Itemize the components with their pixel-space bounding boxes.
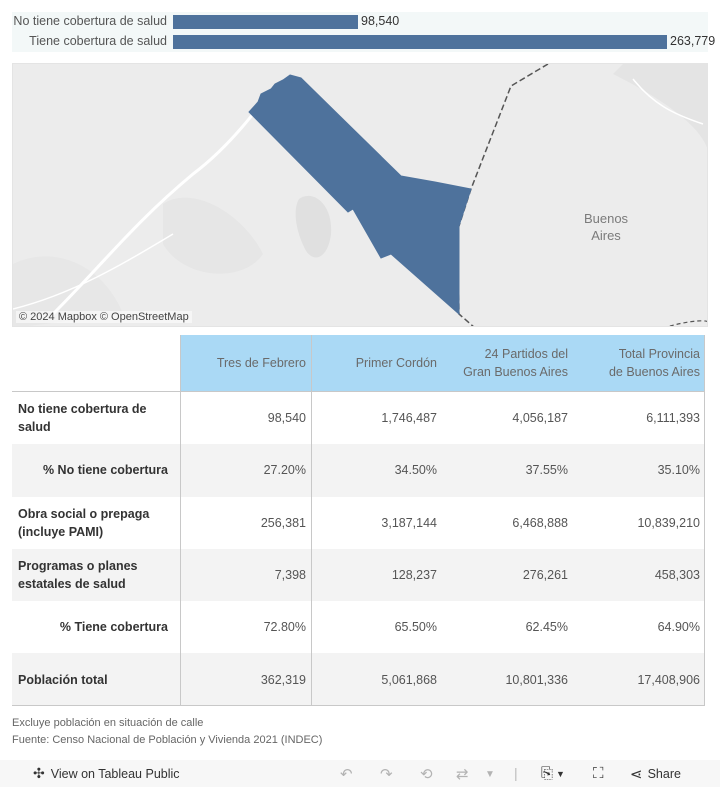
column-divider xyxy=(704,335,705,706)
share-icon: ⋖ xyxy=(630,766,643,783)
row-label: No tiene cobertura de salud xyxy=(18,402,147,435)
share-button[interactable]: ⋖ Share xyxy=(630,765,681,783)
footnote-source: Fuente: Censo Nacional de Población y Vi… xyxy=(12,734,323,746)
map-place-label: Buenos Aires xyxy=(583,211,629,243)
revert-icon[interactable]: ⟲ xyxy=(420,765,433,783)
row-label: % Tiene cobertura xyxy=(59,620,168,635)
bar-row-no-coverage[interactable]: No tiene cobertura de salud 98,540 xyxy=(12,12,708,32)
bar-row-coverage[interactable]: Tiene cobertura de salud 263,779 xyxy=(12,32,715,52)
table-cell[interactable]: 128,237 xyxy=(311,549,442,601)
boundary-line xyxy=(667,320,707,326)
column-divider xyxy=(180,335,181,706)
share-label: Share xyxy=(647,767,681,781)
table-header: Tres de Febrero Primer Cordón 24 Partido… xyxy=(12,335,705,392)
dropdown-icon[interactable]: ▼ xyxy=(485,769,495,780)
table-cell[interactable]: 37.55% xyxy=(442,444,573,496)
table-bottom-border xyxy=(12,705,705,706)
terrain-patch xyxy=(163,197,263,274)
table-cell[interactable]: 362,319 xyxy=(180,653,311,705)
table-cell[interactable]: 7,398 xyxy=(180,549,311,601)
table-cell[interactable]: 98,540 xyxy=(180,392,311,444)
table-row: No tiene cobertura de salud 98,540 1,746… xyxy=(12,392,705,444)
row-label: % No tiene cobertura xyxy=(42,463,168,478)
region-tres-de-febrero[interactable] xyxy=(248,74,472,316)
table-row: % No tiene cobertura 27.20% 34.50% 37.55… xyxy=(12,444,705,497)
table-cell[interactable]: 3,187,144 xyxy=(311,497,442,549)
table-cell[interactable]: 35.10% xyxy=(573,444,705,496)
bar-value-label: 98,540 xyxy=(361,14,400,28)
refresh-icon[interactable]: ⇄ xyxy=(456,765,469,783)
terrain-patch xyxy=(613,64,707,148)
column-header[interactable]: 24 Partidos del Gran Buenos Aires xyxy=(442,335,573,391)
view-on-tableau-label: View on Tableau Public xyxy=(50,766,180,781)
column-header[interactable]: Tres de Febrero xyxy=(180,335,311,391)
bar-category-label: No tiene cobertura de salud xyxy=(13,14,167,28)
fullscreen-icon[interactable]: ⛶ xyxy=(593,765,604,782)
table-cell[interactable]: 1,746,487 xyxy=(311,392,442,444)
map-attribution[interactable]: © 2024 Mapbox © OpenStreetMap xyxy=(16,311,192,323)
table-cell[interactable]: 10,839,210 xyxy=(573,497,705,549)
table-row: % Tiene cobertura 72.80% 65.50% 62.45% 6… xyxy=(12,601,705,653)
bar-coverage[interactable] xyxy=(173,35,667,49)
column-header[interactable]: Primer Cordón xyxy=(311,335,442,391)
table-cell[interactable]: 34.50% xyxy=(311,444,442,496)
table-cell[interactable]: 62.45% xyxy=(442,601,573,653)
table-cell[interactable]: 10,801,336 xyxy=(442,653,573,705)
table-cell[interactable]: 4,056,187 xyxy=(442,392,573,444)
redo-icon[interactable]: ↷ xyxy=(380,765,393,783)
table-cell[interactable]: 5,061,868 xyxy=(311,653,442,705)
table-corner xyxy=(12,335,180,391)
download-icon[interactable]: ⎘ ▼ xyxy=(541,765,565,782)
map-canvas xyxy=(13,64,707,326)
table-cell[interactable]: 6,468,888 xyxy=(442,497,573,549)
table-cell[interactable]: 458,303 xyxy=(573,549,705,601)
boundary-line xyxy=(457,64,549,326)
table-cell[interactable]: 64.90% xyxy=(573,601,705,653)
bar-no-coverage[interactable] xyxy=(173,15,358,29)
table-row: Obra social o prepaga (incluye PAMI) 256… xyxy=(12,497,705,549)
table-row: Programas o planes estatales de salud 7,… xyxy=(12,548,705,602)
table-cell[interactable]: 65.50% xyxy=(311,601,442,653)
table-cell[interactable]: 256,381 xyxy=(180,497,311,549)
toolbar-divider: | xyxy=(514,765,518,781)
row-label: Población total xyxy=(18,672,108,687)
map-view[interactable]: Buenos Aires © 2024 Mapbox © OpenStreetM… xyxy=(12,63,708,327)
undo-icon[interactable]: ↶ xyxy=(340,765,353,783)
table-cell[interactable]: 17,408,906 xyxy=(573,653,705,705)
footnote-exclusion: Excluye población en situación de calle xyxy=(12,717,204,729)
osm-attribution[interactable]: © OpenStreetMap xyxy=(100,311,189,323)
table-cell[interactable]: 6,111,393 xyxy=(573,392,705,444)
view-on-tableau-link[interactable]: ✣ View on Tableau Public xyxy=(33,765,180,782)
bar-value-label: 263,779 xyxy=(670,34,716,48)
coverage-bar-chart: No tiene cobertura de salud 98,540 Tiene… xyxy=(12,12,715,52)
table-cell[interactable]: 72.80% xyxy=(180,601,311,653)
row-label: Obra social o prepaga (incluye PAMI) xyxy=(18,506,150,539)
mapbox-attribution[interactable]: © 2024 Mapbox xyxy=(19,311,97,323)
column-header[interactable]: Total Provincia de Buenos Aires xyxy=(573,335,705,391)
bar-category-label: Tiene cobertura de salud xyxy=(29,34,167,48)
table-row: Población total 362,319 5,061,868 10,801… xyxy=(12,653,705,706)
table-cell[interactable]: 276,261 xyxy=(442,549,573,601)
column-divider xyxy=(311,335,312,706)
tableau-toolbar: ✣ View on Tableau Public ↶ ↷ ⟲ ⇄ ▼ | ⎘ ▼ … xyxy=(0,760,720,787)
table-cell[interactable]: 27.20% xyxy=(180,444,311,496)
coverage-table: Tres de Febrero Primer Cordón 24 Partido… xyxy=(12,335,705,706)
lake-shape xyxy=(295,195,332,258)
row-label: Programas o planes estatales de salud xyxy=(18,559,138,592)
tableau-icon: ✣ xyxy=(33,765,45,781)
